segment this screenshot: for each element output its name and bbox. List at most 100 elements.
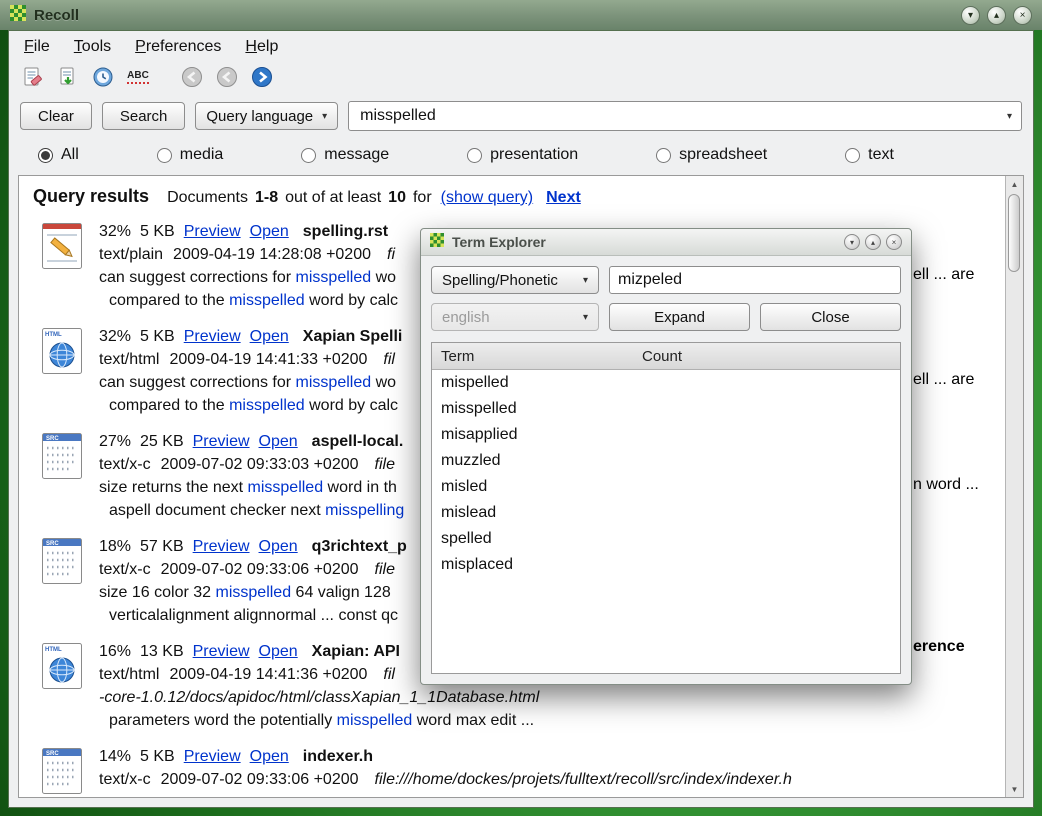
preview-link[interactable]: Preview: [184, 748, 241, 765]
first-page-button[interactable]: [177, 63, 207, 91]
preview-link[interactable]: Preview: [184, 223, 241, 240]
filter-text-radio[interactable]: [845, 148, 860, 163]
scrollbar-thumb[interactable]: [1008, 194, 1020, 272]
term-row[interactable]: mislead: [432, 500, 900, 526]
term-cell: muzzled: [432, 452, 642, 470]
result-mime: text/x-c: [99, 561, 151, 578]
scroll-down-button[interactable]: ▼: [1006, 781, 1023, 797]
clear-search-icon[interactable]: [18, 63, 48, 91]
result-size: 57 KB: [140, 538, 184, 555]
scrollbar-track[interactable]: [1006, 192, 1023, 781]
result-title: q3richtext_p: [312, 538, 407, 555]
term-row[interactable]: misapplied: [432, 422, 900, 448]
search-row: Clear Search Query language ▾ ▾: [8, 94, 1034, 138]
maximize-button[interactable]: ▴: [987, 6, 1006, 25]
term-row[interactable]: misplaced: [432, 552, 900, 578]
filter-presentation-radio[interactable]: [467, 148, 482, 163]
document-icon-html: HTML: [41, 325, 83, 417]
next-page-button[interactable]: [247, 63, 277, 91]
result-snippet-overflow: ell ... are: [913, 266, 974, 284]
result-title: indexer.h: [303, 748, 373, 765]
term-cell: misplaced: [432, 556, 642, 574]
menu-file[interactable]: File: [24, 38, 50, 56]
results-scrollbar[interactable]: ▲ ▼: [1005, 176, 1023, 797]
chevron-down-icon: ▾: [583, 312, 588, 323]
menu-help[interactable]: Help: [245, 38, 278, 56]
result-date: 2009-04-19 14:41:33 +0200: [169, 351, 367, 368]
result-url-continuation: -core-1.0.12/docs/apidoc/html/classXapia…: [99, 686, 539, 709]
filter-spreadsheet-radio[interactable]: [656, 148, 671, 163]
term-match-type-select[interactable]: Spelling/Phonetic ▾: [431, 266, 599, 294]
shade-button[interactable]: ▾: [961, 6, 980, 25]
next-page-link[interactable]: Next: [546, 189, 581, 207]
dialog-close-button[interactable]: ×: [886, 234, 902, 250]
term-explorer-dialog: Term Explorer ▾ ▴ × Spelling/Phonetic ▾ …: [420, 228, 912, 685]
result-url: file: [375, 456, 395, 473]
result-url: file:///home/dockes/projets/fulltext/rec…: [375, 771, 792, 788]
filter-message[interactable]: message: [301, 146, 389, 164]
result-url: fil: [383, 666, 395, 683]
chevron-down-icon: ▾: [322, 111, 327, 122]
filter-all[interactable]: All: [38, 146, 79, 164]
spellcheck-icon[interactable]: ABC: [123, 63, 153, 91]
filter-spreadsheet[interactable]: spreadsheet: [656, 146, 767, 164]
result-date: 2009-07-02 09:33:06 +0200: [161, 771, 359, 788]
term-row[interactable]: spelled: [432, 526, 900, 552]
term-row[interactable]: mispelled: [432, 370, 900, 396]
filter-media[interactable]: media: [157, 146, 224, 164]
preview-link[interactable]: Preview: [193, 538, 250, 555]
prev-page-button[interactable]: [212, 63, 242, 91]
history-icon[interactable]: [88, 63, 118, 91]
preview-link[interactable]: Preview: [193, 433, 250, 450]
filter-label: spreadsheet: [679, 146, 767, 164]
preview-link[interactable]: Preview: [193, 643, 250, 660]
open-link[interactable]: Open: [250, 223, 289, 240]
expand-button[interactable]: Expand: [609, 303, 750, 331]
menu-preferences[interactable]: Preferences: [135, 38, 221, 56]
scroll-up-button[interactable]: ▲: [1006, 176, 1023, 192]
filter-media-radio[interactable]: [157, 148, 172, 163]
open-link[interactable]: Open: [259, 643, 298, 660]
highlight-term: misspelled: [337, 712, 413, 729]
query-language-select[interactable]: Query language ▾: [195, 102, 338, 130]
query-input[interactable]: [358, 106, 1007, 126]
clear-button[interactable]: Clear: [20, 102, 92, 130]
window-titlebar[interactable]: Recoll ▾ ▴ ×: [0, 0, 1042, 30]
term-row[interactable]: misspelled: [432, 396, 900, 422]
term-input[interactable]: [609, 266, 901, 294]
close-button[interactable]: Close: [760, 303, 901, 331]
menu-tools[interactable]: Tools: [74, 38, 111, 56]
combo-dropdown-icon[interactable]: ▾: [1007, 111, 1012, 122]
search-button[interactable]: Search: [102, 102, 186, 130]
dialog-titlebar[interactable]: Term Explorer ▾ ▴ ×: [421, 229, 911, 256]
filter-label: All: [61, 146, 79, 164]
open-link[interactable]: Open: [250, 748, 289, 765]
highlight-term: misspelled: [296, 269, 372, 286]
result-snippet: verticalalignment alignnormal ... const …: [109, 604, 416, 627]
highlight-term: misspelled: [216, 584, 292, 601]
term-row[interactable]: misled: [432, 474, 900, 500]
open-link[interactable]: Open: [250, 328, 289, 345]
recoll-app-icon: [10, 5, 26, 26]
open-link[interactable]: Open: [259, 433, 298, 450]
save-results-icon[interactable]: [53, 63, 83, 91]
column-header-count[interactable]: Count: [642, 348, 682, 365]
preview-link[interactable]: Preview: [184, 328, 241, 345]
result-size: 5 KB: [140, 748, 175, 765]
filter-text[interactable]: text: [845, 146, 894, 164]
term-row[interactable]: muzzled: [432, 448, 900, 474]
dialog-shade-button[interactable]: ▾: [844, 234, 860, 250]
open-link[interactable]: Open: [259, 538, 298, 555]
dialog-maximize-button[interactable]: ▴: [865, 234, 881, 250]
filter-presentation[interactable]: presentation: [467, 146, 578, 164]
query-combobox[interactable]: ▾: [348, 101, 1022, 131]
show-query-link[interactable]: (show query): [441, 189, 533, 207]
filter-message-radio[interactable]: [301, 148, 316, 163]
close-button[interactable]: ×: [1013, 6, 1032, 25]
results-count-text: for: [413, 189, 432, 207]
result-snippet: can suggest corrections for misspelled w…: [99, 266, 398, 289]
filter-all-radio[interactable]: [38, 148, 53, 163]
result-url: fil: [383, 351, 395, 368]
result-relevance: 18%: [99, 538, 131, 555]
column-header-term[interactable]: Term: [432, 348, 642, 365]
